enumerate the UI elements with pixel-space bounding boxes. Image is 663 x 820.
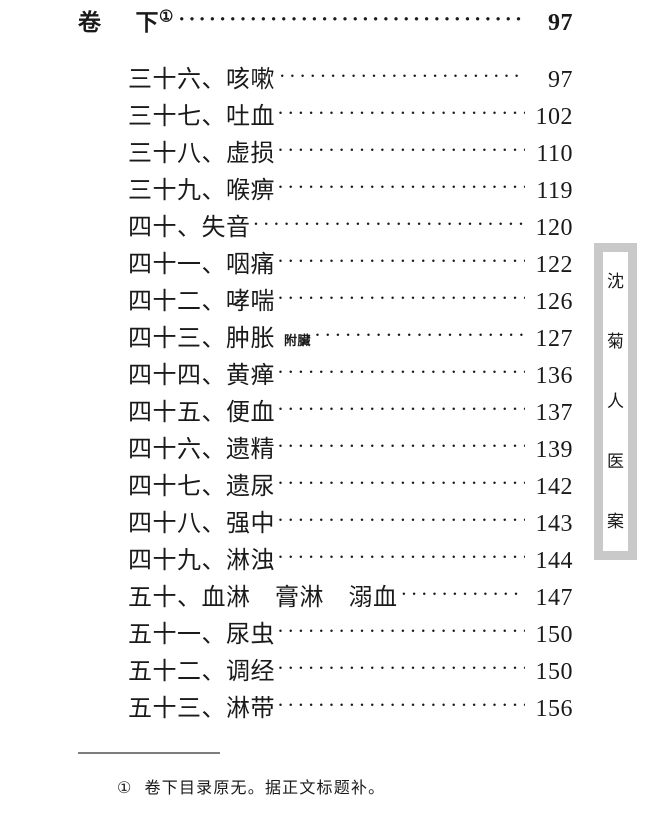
dot-leader: [277, 428, 525, 465]
dot-leader: [277, 650, 525, 687]
vertical-title-char: 沈: [607, 272, 624, 292]
toc-entry-row: 五十二、调经 150: [0, 654, 663, 691]
toc-entry-row: 三十六、咳嗽 97: [0, 62, 663, 99]
vertical-title-char: 医: [607, 451, 624, 471]
toc-entry-label: 四十、失音: [128, 215, 251, 241]
toc-entry-page-number: 143: [535, 511, 573, 537]
toc-entry-page-number: 142: [535, 474, 573, 500]
toc-entry-label: 四十五、便血: [128, 400, 275, 426]
volume-header-page-number: 97: [548, 10, 573, 36]
toc-entry-page-number: 126: [535, 289, 573, 315]
dot-leader: [279, 58, 525, 95]
toc-entry-label: 四十八、强中: [128, 511, 275, 537]
dot-leader: [277, 243, 525, 280]
dot-leader: [277, 465, 525, 502]
toc-entry-label: 四十一、咽痛: [128, 252, 275, 278]
volume-header-row: 卷 下① 97: [0, 0, 663, 46]
toc-entry-label: 五十一、尿虫: [128, 622, 275, 648]
table-of-contents: 卷 下① 97 三十六、咳嗽 97 三十七、吐血 102 三十八、虚损 110 三十九、喉痹 1…: [0, 0, 663, 728]
vertical-title-char: 人: [607, 391, 624, 411]
dot-leader: [277, 95, 525, 132]
dot-leader: [277, 391, 525, 428]
footnote-line: ① 卷下目录原无。据正文标题补。: [0, 774, 663, 798]
toc-entry-row: 四十四、黄瘅 136: [0, 358, 663, 395]
toc-entry-label: 三十九、喉痹: [128, 178, 275, 204]
volume-prefix: 卷: [78, 10, 102, 35]
toc-entry-row: 三十九、喉痹 119: [0, 173, 663, 210]
toc-entry-label: 三十八、虚损: [128, 141, 275, 167]
dot-leader: [178, 0, 525, 42]
toc-entry-row: 三十八、虚损 110: [0, 136, 663, 173]
footnote-marker: ①: [117, 780, 133, 797]
toc-entry-label: 四十四、黄瘅: [128, 363, 275, 389]
dot-leader: [277, 354, 525, 391]
vertical-book-title-text: 沈菊人医案: [603, 252, 628, 551]
vertical-title-char: 菊: [607, 332, 624, 352]
footnote-reference-marker: ①: [159, 8, 174, 26]
dot-leader: [277, 169, 525, 206]
toc-entry-row: 四十一、咽痛 122: [0, 247, 663, 284]
vertical-title-char: 案: [607, 511, 624, 531]
vertical-book-title-box: 沈菊人医案: [594, 243, 637, 560]
toc-entry-page-number: 136: [535, 363, 573, 389]
toc-entry-row: 四十八、强中 143: [0, 506, 663, 543]
toc-entry-label: 五十二、调经: [128, 659, 275, 685]
toc-entry-row: 四十九、淋浊 144: [0, 543, 663, 580]
dot-leader: [277, 613, 525, 650]
toc-entry-label: 三十七、吐血: [128, 104, 275, 130]
toc-entry-label: 四十七、遗尿: [128, 474, 275, 500]
dot-leader: [277, 132, 525, 169]
toc-entry-page-number: 127: [535, 326, 573, 352]
toc-entry-row: 四十七、遗尿 142: [0, 469, 663, 506]
dot-leader: [253, 206, 526, 243]
dot-leader: [277, 502, 525, 539]
dot-leader: [277, 539, 525, 576]
footnote-separator-rule: [78, 752, 220, 754]
dot-leader: [314, 317, 525, 354]
volume-title: 下: [135, 10, 159, 35]
toc-entry-page-number: 120: [535, 215, 573, 241]
toc-entry-page-number: 110: [536, 141, 573, 167]
footnote-text: 卷下目录原无。据正文标题补。: [144, 780, 386, 797]
toc-entry-row: 五十三、淋带 156: [0, 691, 663, 728]
footnote-section: ① 卷下目录原无。据正文标题补。: [0, 752, 663, 798]
toc-entry-page-number: 150: [535, 659, 573, 685]
dot-leader: [277, 280, 525, 317]
toc-entry-row: 五十、血淋 膏淋 溺血 147: [0, 580, 663, 617]
toc-entry-row: 四十、失音 120: [0, 210, 663, 247]
toc-entry-page-number: 122: [535, 252, 573, 278]
toc-entry-page-number: 137: [535, 400, 573, 426]
toc-entry-page-number: 150: [535, 622, 573, 648]
toc-entry-page-number: 147: [535, 585, 573, 611]
toc-entry-page-number: 97: [548, 67, 573, 93]
toc-entry-row: 四十三、肿胀附臟127: [0, 321, 663, 358]
toc-entry-page-number: 156: [535, 696, 573, 722]
toc-entry-page-number: 119: [536, 178, 573, 204]
toc-entry-row: 五十一、尿虫 150: [0, 617, 663, 654]
toc-entry-label: 五十、血淋 膏淋 溺血: [128, 585, 398, 611]
volume-header-label: 卷 下①: [78, 0, 174, 46]
toc-entry-label: 三十六、咳嗽: [128, 67, 275, 93]
toc-entry-label: 四十九、淋浊: [128, 548, 275, 574]
toc-entry-label: 四十六、遗精: [128, 437, 275, 463]
toc-entry-label: 五十三、淋带: [128, 696, 275, 722]
toc-entry-page-number: 102: [535, 104, 573, 130]
dot-leader: [400, 576, 525, 613]
toc-entry-row: 四十六、遗精 139: [0, 432, 663, 469]
toc-entry-label: 四十三、肿胀: [128, 326, 275, 352]
toc-entry-label: 四十二、哮喘: [128, 289, 275, 315]
dot-leader: [277, 687, 525, 724]
toc-entry-page-number: 144: [535, 548, 573, 574]
toc-entry-row: 四十二、哮喘 126: [0, 284, 663, 321]
toc-entry-row: 四十五、便血 137: [0, 395, 663, 432]
toc-entry-page-number: 139: [535, 437, 573, 463]
toc-entry-row: 三十七、吐血 102: [0, 99, 663, 136]
